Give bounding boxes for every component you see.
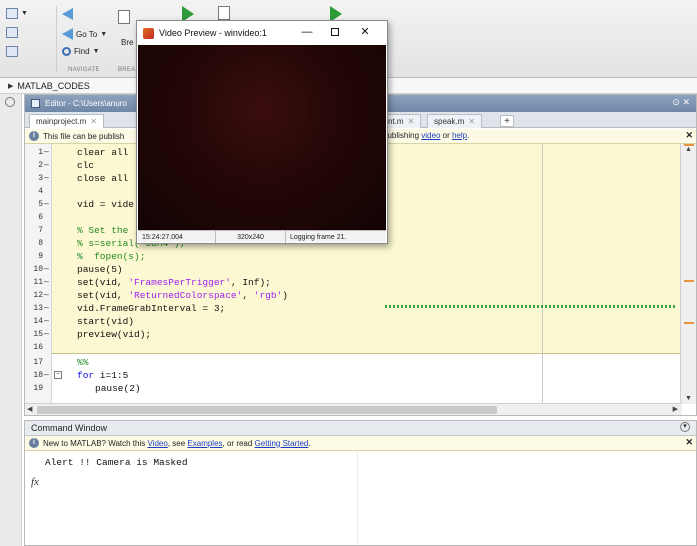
fx-prompt-icon[interactable]: fx bbox=[31, 476, 39, 488]
breakpoints-label: Bre bbox=[121, 38, 134, 47]
save-button[interactable] bbox=[6, 46, 18, 57]
left-panel-strip bbox=[0, 94, 22, 546]
open-button[interactable] bbox=[6, 27, 18, 38]
editor-title: Editor - C:\Users\anuro bbox=[45, 99, 127, 108]
video-timestamp: 15:24:27.004 bbox=[138, 231, 216, 243]
video-resolution: 320x240 bbox=[216, 231, 286, 243]
current-folder-name: MATLAB_CODES bbox=[17, 80, 90, 91]
back-button[interactable] bbox=[62, 8, 73, 20]
editor-vertical-scrollbar[interactable]: ▲ ▼ bbox=[680, 144, 696, 404]
new-file-icon bbox=[6, 8, 18, 19]
code-line: 14— start(vid) bbox=[33, 316, 135, 327]
save-icon bbox=[6, 46, 18, 57]
video-preview-title: Video Preview - winvideo:1 bbox=[159, 28, 267, 38]
video-preview-titlebar[interactable]: Video Preview - winvideo:1 — ✕ bbox=[137, 21, 387, 45]
examples-link[interactable]: Examples bbox=[187, 439, 222, 448]
code-line: 13— vid.FrameGrabInterval = 3; bbox=[33, 303, 226, 314]
code-line: 10— pause(5) bbox=[33, 264, 123, 275]
editor-icon bbox=[31, 99, 40, 108]
command-window-title: Command Window bbox=[31, 423, 108, 433]
goto-label: Go To bbox=[76, 29, 98, 39]
panel-actions-icon[interactable]: ▾ bbox=[680, 422, 690, 432]
maximize-button[interactable] bbox=[327, 25, 343, 39]
close-tab-icon[interactable]: ✕ bbox=[468, 117, 475, 126]
getting-started-link[interactable]: Getting Started bbox=[255, 439, 309, 448]
tab-label: nt.m bbox=[388, 117, 404, 126]
command-divider bbox=[357, 451, 358, 545]
arrow-left-icon bbox=[62, 8, 73, 20]
close-tab-icon[interactable]: ✕ bbox=[90, 117, 97, 126]
video-link[interactable]: Video bbox=[148, 439, 168, 448]
breakpoints-button[interactable] bbox=[118, 10, 130, 24]
close-button[interactable]: ✕ bbox=[357, 25, 373, 39]
video-link[interactable]: video bbox=[421, 131, 440, 140]
warning-marker[interactable] bbox=[684, 280, 694, 282]
close-icon[interactable]: ✕ bbox=[685, 437, 693, 448]
find-button[interactable]: Find ▼ bbox=[62, 47, 100, 56]
command-output: Alert !! Camera is Masked bbox=[45, 457, 188, 468]
fold-toggle-icon[interactable]: − bbox=[54, 371, 62, 379]
toolstrip-separator bbox=[56, 6, 57, 72]
goto-button[interactable]: Go To ▼ bbox=[62, 28, 107, 40]
matlab-logo-icon bbox=[143, 27, 154, 39]
magnifier-icon bbox=[62, 47, 71, 56]
tab-label: speak.m bbox=[434, 117, 465, 126]
tab-speak[interactable]: speak.m ✕ bbox=[427, 114, 482, 128]
goto-icon bbox=[62, 28, 73, 40]
code-line: 12— set(vid, 'ReturnedColorspace', 'rgb') bbox=[33, 290, 288, 301]
scrollbar-thumb[interactable] bbox=[37, 406, 497, 414]
chevron-right-icon: ▶ bbox=[8, 82, 14, 90]
run-section-icon bbox=[218, 6, 230, 20]
minimize-button[interactable]: — bbox=[299, 25, 315, 39]
chevron-down-icon[interactable]: ▼ bbox=[685, 395, 692, 402]
code-line: 15— preview(vid); bbox=[33, 329, 152, 340]
info-icon: i bbox=[29, 131, 39, 141]
find-label: Find bbox=[74, 47, 90, 56]
code-line: 18— − for i=1:5 bbox=[33, 370, 129, 381]
video-frame bbox=[138, 45, 386, 230]
chevron-left-icon[interactable]: ◀ bbox=[27, 405, 32, 413]
breakpoint-icon bbox=[118, 10, 130, 24]
run-section-button[interactable] bbox=[218, 6, 230, 20]
chevron-up-icon[interactable]: ▲ bbox=[685, 146, 692, 153]
breakpoints-group-label: BREA bbox=[118, 67, 136, 73]
tab-mainproject[interactable]: mainproject.m ✕ bbox=[29, 114, 104, 128]
navigate-group-label: NAVIGATE bbox=[68, 67, 100, 73]
code-line: 9% fopen(s); bbox=[38, 251, 146, 262]
maximize-icon bbox=[331, 28, 339, 36]
video-status-bar: 15:24:27.004 320x240 Logging frame 21. bbox=[138, 230, 386, 243]
command-window-body[interactable]: Alert !! Camera is Masked fx bbox=[25, 451, 696, 545]
close-tab-icon[interactable]: ✕ bbox=[408, 117, 415, 126]
new-tab-button[interactable]: + bbox=[500, 115, 514, 127]
video-status: Logging frame 21. bbox=[290, 233, 347, 241]
new-script-button[interactable]: ▼ bbox=[6, 8, 28, 19]
code-line: 11— set(vid, 'FramesPerTrigger', Inf); bbox=[33, 277, 271, 288]
help-link[interactable]: help bbox=[452, 131, 467, 140]
info-icon: i bbox=[29, 438, 39, 448]
folder-icon bbox=[6, 27, 18, 38]
command-window: Command Window ▾ i New to MATLAB? Watch … bbox=[24, 420, 697, 546]
editor-horizontal-scrollbar[interactable]: ◀ ▶ bbox=[25, 403, 682, 415]
tab-label: mainproject.m bbox=[36, 117, 87, 126]
publish-info-text: This file can be publish bbox=[43, 131, 125, 141]
code-line: 16 bbox=[33, 343, 43, 352]
video-preview-window: Video Preview - winvideo:1 — ✕ 15:24:27.… bbox=[136, 20, 388, 244]
code-line: 19 pause(2) bbox=[33, 383, 141, 394]
gear-icon[interactable] bbox=[5, 97, 15, 107]
warning-marker[interactable] bbox=[684, 144, 694, 146]
close-icon[interactable]: ✕ bbox=[685, 130, 693, 141]
chevron-right-icon[interactable]: ▶ bbox=[673, 405, 678, 413]
warning-marker[interactable] bbox=[684, 322, 694, 324]
close-icon[interactable]: ⊙ ✕ bbox=[672, 97, 690, 108]
command-window-titlebar: Command Window ▾ bbox=[25, 421, 696, 436]
getting-started-info-bar: i New to MATLAB? Watch this Video, see E… bbox=[25, 436, 696, 451]
code-line: 17%% bbox=[33, 357, 89, 368]
